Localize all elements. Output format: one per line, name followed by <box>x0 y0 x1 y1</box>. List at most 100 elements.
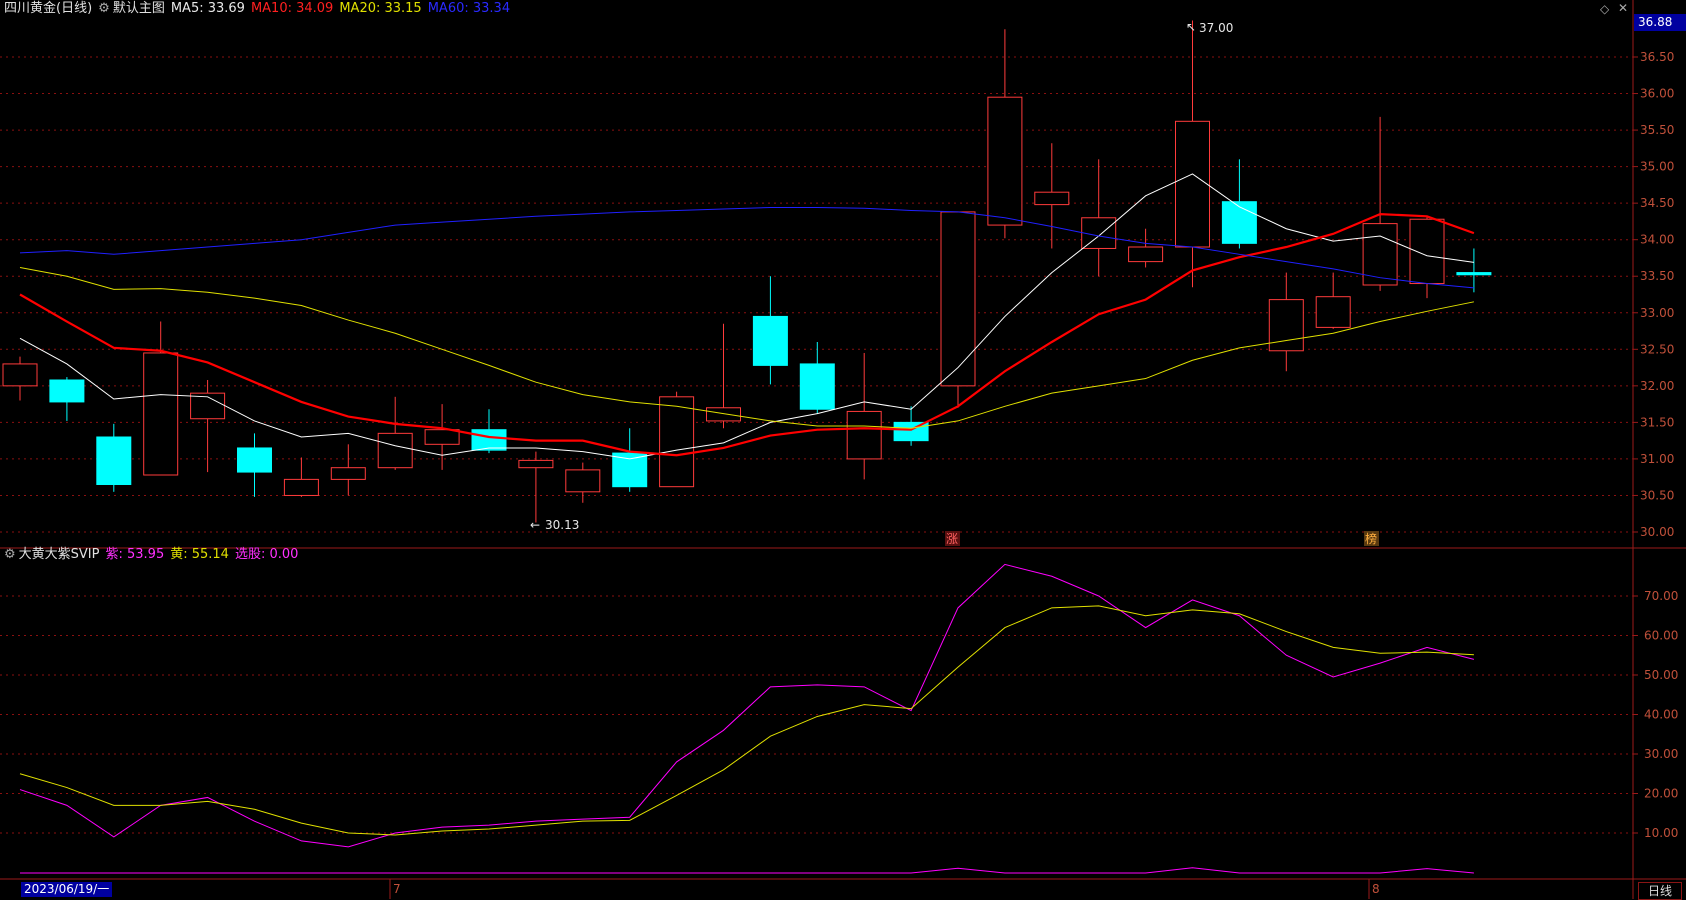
sub-ticks: 10.00 20.00 30.00 40.00 50.00 60.00 70.00 <box>1633 589 1678 840</box>
high-annotation: 37.00 <box>1199 21 1233 35</box>
candle[interactable] <box>752 276 788 385</box>
marker-zhang[interactable]: 涨 <box>946 531 958 546</box>
pick-label: 选股: 0.00 <box>234 547 299 562</box>
candle-body <box>940 211 976 387</box>
candle-body <box>1268 299 1304 352</box>
price-tick-label: 35.50 <box>1640 123 1674 137</box>
candle[interactable] <box>96 423 132 492</box>
candle-body <box>143 352 179 476</box>
candle[interactable] <box>846 352 882 480</box>
candle[interactable] <box>1456 248 1492 293</box>
candle-body <box>1315 296 1351 328</box>
candle[interactable] <box>565 462 601 503</box>
candle[interactable] <box>377 396 413 470</box>
candle-body <box>2 363 38 387</box>
sub-tick-label: 40.00 <box>1644 708 1678 722</box>
candle-body <box>1175 120 1210 248</box>
candle-body <box>424 429 460 445</box>
ma20-label: MA20: 33.15 <box>339 1 422 16</box>
candle[interactable] <box>799 342 835 414</box>
template-dropdown-icon[interactable]: ⚙ <box>98 1 110 16</box>
main-price-ticks: 30.00 30.50 31.00 31.50 32.00 32.50 33.00 33.50… <box>1633 50 1674 539</box>
chart-canvas[interactable]: 30.00 30.50 31.00 31.50 32.00 32.50 33.00 33.50… <box>0 0 1686 899</box>
stock-name[interactable]: 四川黄金(日线) <box>4 1 92 16</box>
candle[interactable] <box>1362 116 1398 291</box>
candle-body <box>1081 217 1117 249</box>
candles[interactable] <box>2 20 1492 523</box>
candle[interactable] <box>424 404 460 470</box>
price-tick-label: 36.50 <box>1640 50 1674 64</box>
candle-body <box>96 436 132 485</box>
candle-body <box>1128 246 1164 263</box>
price-tick-label: 30.00 <box>1640 525 1674 539</box>
candle-body <box>893 421 929 442</box>
current-price-box: 36.88 <box>1634 14 1686 31</box>
marker-bang[interactable]: 榜 <box>1365 531 1377 546</box>
candle[interactable] <box>330 444 366 496</box>
high-arrow: ↖ <box>1186 20 1196 34</box>
candle-body <box>612 452 648 488</box>
candle[interactable] <box>987 29 1023 239</box>
date-label: 2023/06/19/一 <box>21 882 113 897</box>
sub-tick-label: 50.00 <box>1644 668 1678 682</box>
price-tick-label: 31.00 <box>1640 452 1674 466</box>
candle[interactable] <box>1268 272 1304 372</box>
month-label-7: 7 <box>393 882 401 896</box>
candle[interactable] <box>1081 159 1117 277</box>
candle-body <box>1409 218 1445 285</box>
low-arrow: ← <box>530 518 540 532</box>
indicator-line-0 <box>19 563 1475 848</box>
candle-body <box>752 315 788 366</box>
candle[interactable] <box>1221 159 1257 249</box>
candle-body <box>1034 191 1070 206</box>
price-tick-label: 34.00 <box>1640 233 1674 247</box>
purple-label: 紫: 53.95 <box>105 547 165 562</box>
price-tick-label: 34.50 <box>1640 196 1674 210</box>
price-tick-label: 35.00 <box>1640 160 1674 174</box>
indicator-line-2 <box>20 867 1474 874</box>
low-annotation: 30.13 <box>545 518 579 532</box>
candle[interactable] <box>706 323 741 429</box>
candle[interactable] <box>237 433 272 497</box>
candle[interactable] <box>1315 272 1351 329</box>
candle[interactable] <box>283 457 319 497</box>
candle-body <box>49 379 85 403</box>
price-tick-label: 33.00 <box>1640 306 1674 320</box>
candle[interactable] <box>49 377 85 421</box>
candle-body <box>237 447 272 473</box>
sub-tick-label: 70.00 <box>1644 589 1678 603</box>
candle-body <box>799 363 835 410</box>
sub-header: ⚙ 大黄大紫SVIP 紫: 53.95 黄: 55.14 选股: 0.00 <box>4 547 304 563</box>
candle[interactable] <box>2 356 38 401</box>
candle-body <box>987 96 1023 226</box>
ma5-label: MA5: 33.69 <box>170 1 245 16</box>
candle[interactable] <box>1034 143 1070 249</box>
candle[interactable] <box>518 451 554 523</box>
candle[interactable] <box>1128 228 1164 268</box>
candle-body <box>1221 201 1257 244</box>
close-icon[interactable]: ✕ <box>1618 1 1628 15</box>
candle-body <box>471 429 507 451</box>
price-tick-label: 30.50 <box>1640 488 1674 502</box>
diamond-icon[interactable]: ◇ <box>1600 2 1609 16</box>
price-tick-label: 36.00 <box>1640 87 1674 101</box>
template-label[interactable]: 默认主图 <box>113 1 165 16</box>
indicator-lines <box>19 563 1475 874</box>
candle-body <box>659 396 695 488</box>
sub-tick-label: 20.00 <box>1644 787 1678 801</box>
candle-body <box>518 459 554 469</box>
candle-body <box>377 432 413 469</box>
candle-body <box>283 478 319 496</box>
candle[interactable] <box>190 380 226 473</box>
candle[interactable] <box>471 409 507 454</box>
period-button[interactable]: 日线 <box>1638 882 1682 900</box>
ma-line-ma20 <box>19 266 1474 429</box>
main-header: 四川黄金(日线) ⚙ 默认主图 MA5: 33.69 MA10: 34.09 MA20: … <box>4 1 516 17</box>
candle-body <box>330 467 366 480</box>
candle[interactable] <box>612 428 648 492</box>
indicator-gear-icon[interactable]: ⚙ <box>4 547 16 562</box>
candle-body <box>706 407 741 422</box>
candle[interactable] <box>143 321 179 476</box>
sub-tick-label: 30.00 <box>1644 747 1678 761</box>
indicator-name[interactable]: 大黄大紫SVIP <box>19 547 100 562</box>
